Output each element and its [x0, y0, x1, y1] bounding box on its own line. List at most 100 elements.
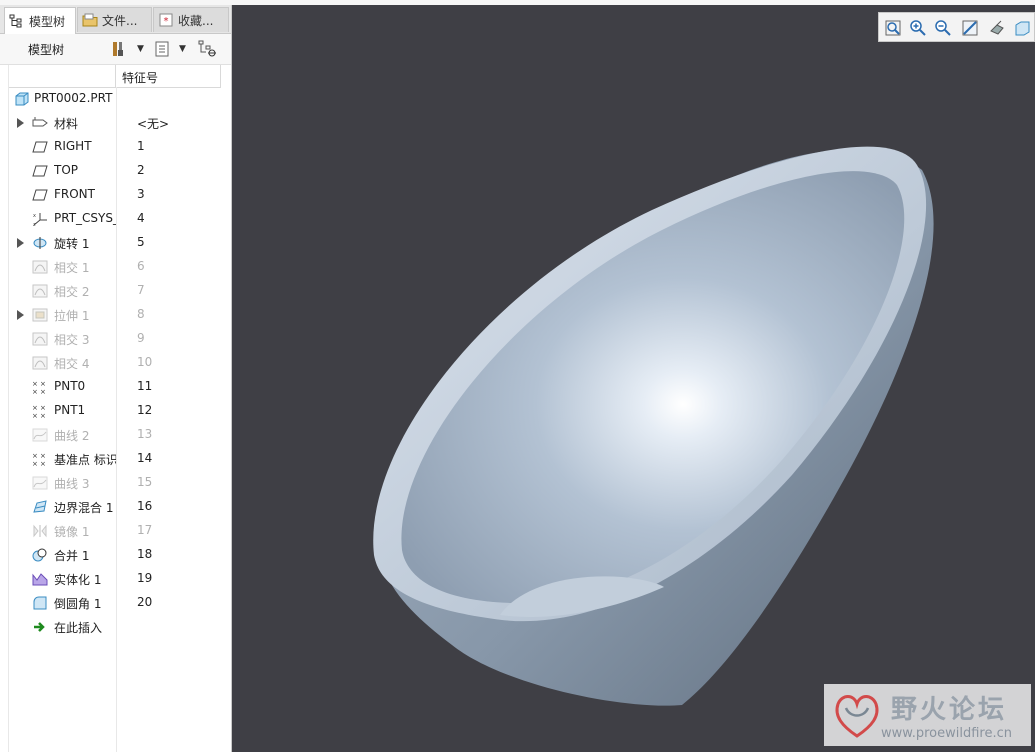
zoom-out-icon — [935, 20, 951, 36]
tree-item[interactable]: 合并 1 18 — [0, 543, 231, 567]
datum-point-icon: × ×× × — [32, 380, 46, 394]
svg-text:×: × — [32, 452, 38, 460]
column-divider[interactable] — [220, 65, 221, 87]
tree-item-label: 拉伸 1 — [54, 309, 90, 323]
tree-item-label: 倒圆角 1 — [54, 597, 102, 611]
tree-item[interactable]: 拉伸 1 8 — [0, 303, 231, 327]
tree-item-label: 材料 — [54, 117, 79, 131]
tree-item-feature-id: 10 — [137, 355, 153, 369]
tree-item-label: 镜像 1 — [54, 525, 90, 539]
graphics-viewport[interactable] — [232, 5, 1035, 752]
expand-arrow-icon[interactable] — [17, 238, 24, 248]
expand-arrow-icon[interactable] — [17, 118, 24, 128]
display-style-button[interactable] — [987, 18, 1007, 38]
tree-item[interactable]: × × × × PNT1 12 — [0, 399, 231, 423]
repaint-button[interactable] — [960, 18, 980, 38]
zoom-in-button[interactable] — [908, 18, 928, 38]
tree-item-feature-id: 20 — [137, 595, 153, 609]
tree-item[interactable]: 实体化 1 19 — [0, 567, 231, 591]
intersect-icon — [32, 356, 48, 370]
filter-button[interactable] — [198, 39, 218, 59]
tree-item[interactable]: 曲线 3 15 — [0, 471, 231, 495]
column-divider[interactable] — [115, 65, 116, 87]
datum-point-icon: × ×× × — [32, 452, 46, 466]
tree-item-feature-id: 19 — [137, 571, 153, 585]
tab-model-tree[interactable]: 模型树 — [4, 7, 76, 34]
svg-text:×: × — [32, 460, 38, 466]
tree-item-feature-id: 12 — [137, 403, 153, 417]
intersect-icon — [32, 284, 48, 298]
settings-dropdown-caret[interactable]: ▼ — [137, 44, 144, 54]
svg-text:*: * — [164, 16, 169, 27]
tree-item[interactable]: 曲线 2 13 — [0, 423, 231, 447]
svg-text:×: × — [40, 452, 46, 460]
tree-item[interactable]: 边界混合 1 16 — [0, 495, 231, 519]
tree-item[interactable]: 材料 <无> — [0, 111, 231, 135]
datum-plane-icon — [32, 165, 48, 177]
tree-item[interactable]: 相交 4 10 — [0, 351, 231, 375]
show-dropdown-caret[interactable]: ▼ — [179, 44, 186, 54]
tree-item[interactable]: 旋转 1 5 — [0, 231, 231, 255]
tree-item-feature-id: 4 — [137, 211, 145, 225]
tree-item-feature-id: 17 — [137, 523, 153, 537]
model-tree-toolbar: 模型树 ▼ ▼ — [0, 34, 231, 65]
datum-point-icon: × ×× × — [32, 404, 46, 418]
tree-item-label: 相交 2 — [54, 285, 90, 299]
tree-item[interactable]: × × × × 基准点 标识 14 — [0, 447, 231, 471]
model-tree-icon — [9, 14, 22, 28]
tree-item[interactable]: 在此插入 — [0, 615, 231, 639]
tree-item[interactable]: 镜像 1 17 — [0, 519, 231, 543]
repaint-icon — [962, 20, 978, 36]
svg-text:×: × — [40, 404, 46, 412]
tree-item-feature-id: 13 — [137, 427, 153, 441]
zoom-out-button[interactable] — [933, 18, 953, 38]
tab-label: 收藏... — [178, 13, 214, 28]
tree-item-label: TOP — [54, 163, 79, 177]
expand-arrow-icon[interactable] — [17, 310, 24, 320]
navigator-tabs: 模型树 文件... * 收藏... — [0, 5, 231, 34]
tree-item-label: 曲线 3 — [54, 477, 90, 491]
tree-root-part[interactable]: PRT0002.PRT — [0, 87, 231, 111]
model-graphics[interactable] — [232, 5, 1035, 752]
tree-item-feature-id: 7 — [137, 283, 145, 297]
tree-item-feature-id: 1 — [137, 139, 145, 153]
tree-item-label: 在此插入 — [54, 621, 103, 635]
bowl-interior — [401, 171, 905, 604]
tab-favorites[interactable]: * 收藏... — [153, 7, 229, 32]
toolbar-title: 模型树 — [28, 43, 65, 57]
tree-item-feature-id: 8 — [137, 307, 145, 321]
tree-item-label: 相交 3 — [54, 333, 90, 347]
tree-item-label: 实体化 1 — [54, 573, 102, 587]
tree-item[interactable]: TOP 2 — [0, 159, 231, 183]
tree-item[interactable]: × × × × PNT0 11 — [0, 375, 231, 399]
tree-item-feature-id: 2 — [137, 163, 145, 177]
tree-item-label: 曲线 2 — [54, 429, 90, 443]
svg-text:×: × — [32, 380, 38, 388]
column-feature-id[interactable]: 特征号 — [122, 69, 158, 86]
show-button[interactable] — [152, 39, 172, 59]
tab-label: 模型树 — [29, 14, 66, 29]
favorites-icon: * — [159, 13, 173, 27]
tree-item[interactable]: xz PRT_CSYS_DEF 4 — [0, 207, 231, 231]
zoom-in-icon — [910, 20, 926, 36]
tree-item[interactable]: 相交 3 9 — [0, 327, 231, 351]
tree-item[interactable]: 相交 2 7 — [0, 279, 231, 303]
tab-file-browser[interactable]: 文件... — [77, 7, 152, 32]
tree-item-label: 旋转 1 — [54, 237, 90, 251]
svg-text:×: × — [32, 388, 38, 394]
tree-item[interactable]: RIGHT 1 — [0, 135, 231, 159]
tree-item-feature-id: 18 — [137, 547, 153, 561]
watermark-title: 野火论坛 — [891, 695, 1008, 725]
tree-item-feature-id: 3 — [137, 187, 145, 201]
settings-button[interactable] — [109, 39, 129, 59]
tree-item-label: 边界混合 1 — [54, 501, 114, 515]
tree-item[interactable]: FRONT 3 — [0, 183, 231, 207]
tree-item[interactable]: 相交 1 6 — [0, 255, 231, 279]
svg-text:×: × — [32, 404, 38, 412]
svg-text:×: × — [32, 412, 38, 418]
csys-icon: xz — [33, 213, 47, 226]
zoom-fit-button[interactable] — [883, 18, 903, 38]
tree-item[interactable]: 倒圆角 1 20 — [0, 591, 231, 615]
saved-views-button[interactable] — [1012, 18, 1032, 38]
revolve-icon — [33, 237, 47, 249]
